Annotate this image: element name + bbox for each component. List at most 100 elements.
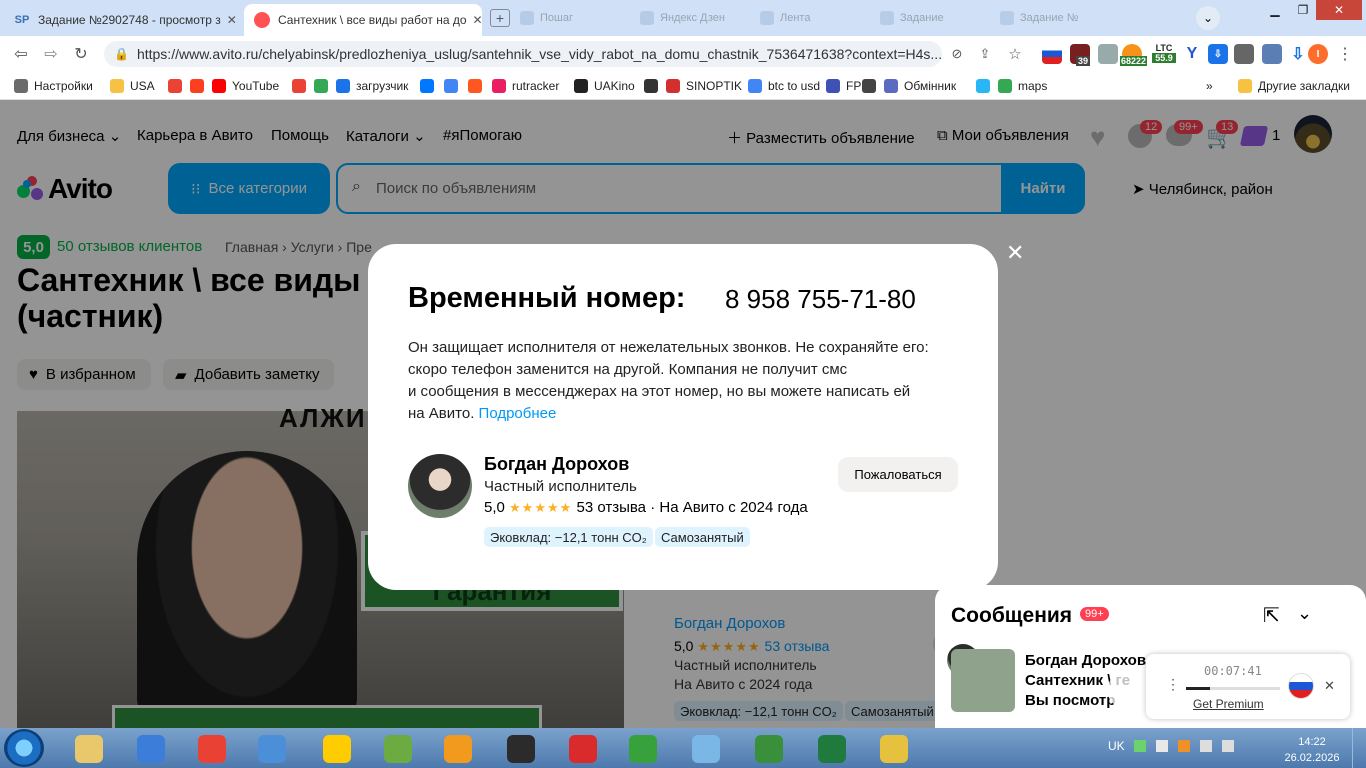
bookmark-favicon-icon xyxy=(748,79,762,93)
taskbar-chrome-button[interactable] xyxy=(190,732,234,766)
taskbar-spreadsheet-app-button[interactable] xyxy=(376,732,420,766)
russia-flag-icon[interactable] xyxy=(1042,44,1062,64)
get-premium-link[interactable]: Get Premium xyxy=(1193,697,1264,711)
bookmark-item[interactable] xyxy=(468,76,488,96)
bookmark-favicon-icon xyxy=(420,79,434,93)
tab-close-icon[interactable]: ✕ xyxy=(221,13,237,27)
bookmark-item[interactable] xyxy=(314,76,334,96)
browser-tab-avito[interactable]: Сантехник \ все виды работ на до ✕ xyxy=(244,4,482,36)
bookmark-item[interactable]: FP xyxy=(826,76,861,96)
chrome-icon xyxy=(198,735,226,763)
more-info-link[interactable]: Подробнее xyxy=(479,405,557,422)
mascot-icon xyxy=(1108,672,1138,706)
taskbar-globe-app-button[interactable] xyxy=(250,732,294,766)
ghost-tab: Задание № xyxy=(1000,8,1110,28)
recorder-close-icon[interactable]: ✕ xyxy=(1324,678,1335,694)
bookmark-item[interactable]: USA xyxy=(110,76,155,96)
open-external-icon[interactable]: ⇱ xyxy=(1263,603,1280,628)
reload-icon[interactable]: ↻ xyxy=(70,43,92,65)
bookmark-item[interactable]: SINOPTIK xyxy=(666,76,742,96)
bitcoin-icon[interactable]: 68222 xyxy=(1120,44,1148,66)
recorder-menu-icon[interactable]: ⋮ xyxy=(1166,676,1180,693)
bookmark-item[interactable]: Настройки xyxy=(14,76,93,96)
show-desktop-button[interactable] xyxy=(1352,728,1366,768)
more-bookmarks-button[interactable]: » xyxy=(1206,76,1213,96)
tab-close-icon[interactable]: ✕ xyxy=(467,13,482,27)
taskbar-explorer-button[interactable] xyxy=(67,732,111,766)
modal-phone-number[interactable]: 8 958 755-71-80 xyxy=(725,284,916,315)
modal-seller-name[interactable]: Богдан Дорохов xyxy=(484,454,629,475)
bookmark-item[interactable]: UAKino xyxy=(574,76,635,96)
bookmark-item[interactable]: загрузчик xyxy=(336,76,408,96)
bookmark-item[interactable] xyxy=(190,76,210,96)
bookmark-item[interactable]: YouTube xyxy=(212,76,279,96)
taskbar-media-player-button[interactable] xyxy=(436,732,480,766)
litecoin-ext[interactable]: LTC 55.9 xyxy=(1152,43,1176,67)
bookmark-item[interactable] xyxy=(420,76,440,96)
taskbar-shield-app-button[interactable] xyxy=(129,732,173,766)
taskbar-calendar-app-button[interactable] xyxy=(872,732,916,766)
complain-button[interactable]: Пожаловаться xyxy=(838,457,958,492)
bookmark-item[interactable]: rutracker xyxy=(492,76,559,96)
start-button[interactable] xyxy=(4,729,44,767)
downloads-icon[interactable]: ⇩ xyxy=(1288,44,1308,64)
shield-ext-icon[interactable]: 39 xyxy=(1070,44,1091,66)
language-indicator[interactable]: UK xyxy=(1108,739,1125,753)
bookmark-item[interactable]: Обмінник xyxy=(884,76,956,96)
block-icon[interactable]: ⊘ xyxy=(946,43,968,65)
messages-panel-count: 99+ xyxy=(1080,607,1109,621)
bookmark-item[interactable] xyxy=(292,76,312,96)
extensions-puzzle-icon[interactable] xyxy=(1262,44,1282,64)
browser-tab-task[interactable]: SP Задание №2902748 - просмотр з ✕ xyxy=(4,4,242,36)
taskbar-clock[interactable]: 14:22 26.02.2026 xyxy=(1282,734,1342,766)
grid-ext-icon[interactable] xyxy=(1234,44,1254,64)
bookmark-favicon-icon xyxy=(468,79,482,93)
bookmark-item[interactable] xyxy=(444,76,464,96)
bookmark-item[interactable] xyxy=(976,76,996,96)
bookmark-label: Обмінник xyxy=(904,79,957,93)
taskbar-clock-app-button[interactable] xyxy=(499,732,543,766)
share-icon[interactable]: ⇪ xyxy=(974,43,996,65)
globe-app-icon xyxy=(258,735,286,763)
clock-app-icon xyxy=(507,735,535,763)
bookmark-item[interactable] xyxy=(168,76,188,96)
system-tray[interactable] xyxy=(1134,740,1254,756)
bookmark-star-icon[interactable]: ☆ xyxy=(1004,43,1026,65)
bookmark-item[interactable] xyxy=(862,76,882,96)
chat-listing-thumbnail[interactable] xyxy=(951,649,1015,712)
close-window-icon[interactable]: ✕ xyxy=(1316,0,1362,20)
other-bookmarks-folder[interactable]: Другие закладки xyxy=(1238,76,1350,96)
bookmark-item[interactable]: btc to usd xyxy=(748,76,820,96)
profile-avatar[interactable]: I xyxy=(1308,44,1328,64)
seller-avatar[interactable] xyxy=(408,454,472,518)
bookmark-label: загрузчик xyxy=(356,79,409,93)
ghost-tab: Яндекс Дзен xyxy=(640,8,750,28)
tab-search-chevron-icon[interactable]: ⌄ xyxy=(1196,6,1220,30)
maximize-icon[interactable]: ❐ xyxy=(1288,0,1318,20)
messages-title: Сообщения xyxy=(951,604,1073,627)
download-ext-icon[interactable]: ⇩ xyxy=(1208,44,1228,64)
taskbar-notes-app-button[interactable] xyxy=(684,732,728,766)
new-tab-button[interactable]: + xyxy=(490,9,510,27)
collapse-chevron-icon[interactable]: ⌄ xyxy=(1297,603,1312,624)
forward-icon[interactable]: ⇨ xyxy=(40,43,62,65)
back-icon[interactable]: ⇦ xyxy=(10,43,32,65)
taskbar-chart-app-button[interactable] xyxy=(621,732,665,766)
taskbar-excel-button[interactable] xyxy=(810,732,854,766)
russia-flag-icon[interactable] xyxy=(1288,673,1314,699)
address-bar[interactable]: 🔒 https://www.avito.ru/chelyabinsk/predl… xyxy=(104,41,942,67)
tab-title: Задание №2902748 - просмотр з xyxy=(38,13,221,27)
vpn-icon[interactable]: Y xyxy=(1182,44,1202,64)
minimize-icon[interactable]: ▁ xyxy=(1260,0,1290,20)
bookmark-label: Настройки xyxy=(34,79,93,93)
taskbar-app-64-button[interactable] xyxy=(561,732,605,766)
chrome-menu-icon[interactable]: ⋮ xyxy=(1334,43,1356,65)
bookmark-item[interactable] xyxy=(644,76,664,96)
chart-app-icon xyxy=(629,735,657,763)
modal-close-icon[interactable]: ✕ xyxy=(1006,240,1024,266)
taskbar-terminal-app-button[interactable] xyxy=(747,732,791,766)
bookmark-item[interactable]: maps xyxy=(998,76,1047,96)
briefcase-icon[interactable] xyxy=(1098,44,1118,64)
rating-stars-icon: ★★★★★ xyxy=(509,500,573,515)
taskbar-yandex-button[interactable] xyxy=(315,732,359,766)
